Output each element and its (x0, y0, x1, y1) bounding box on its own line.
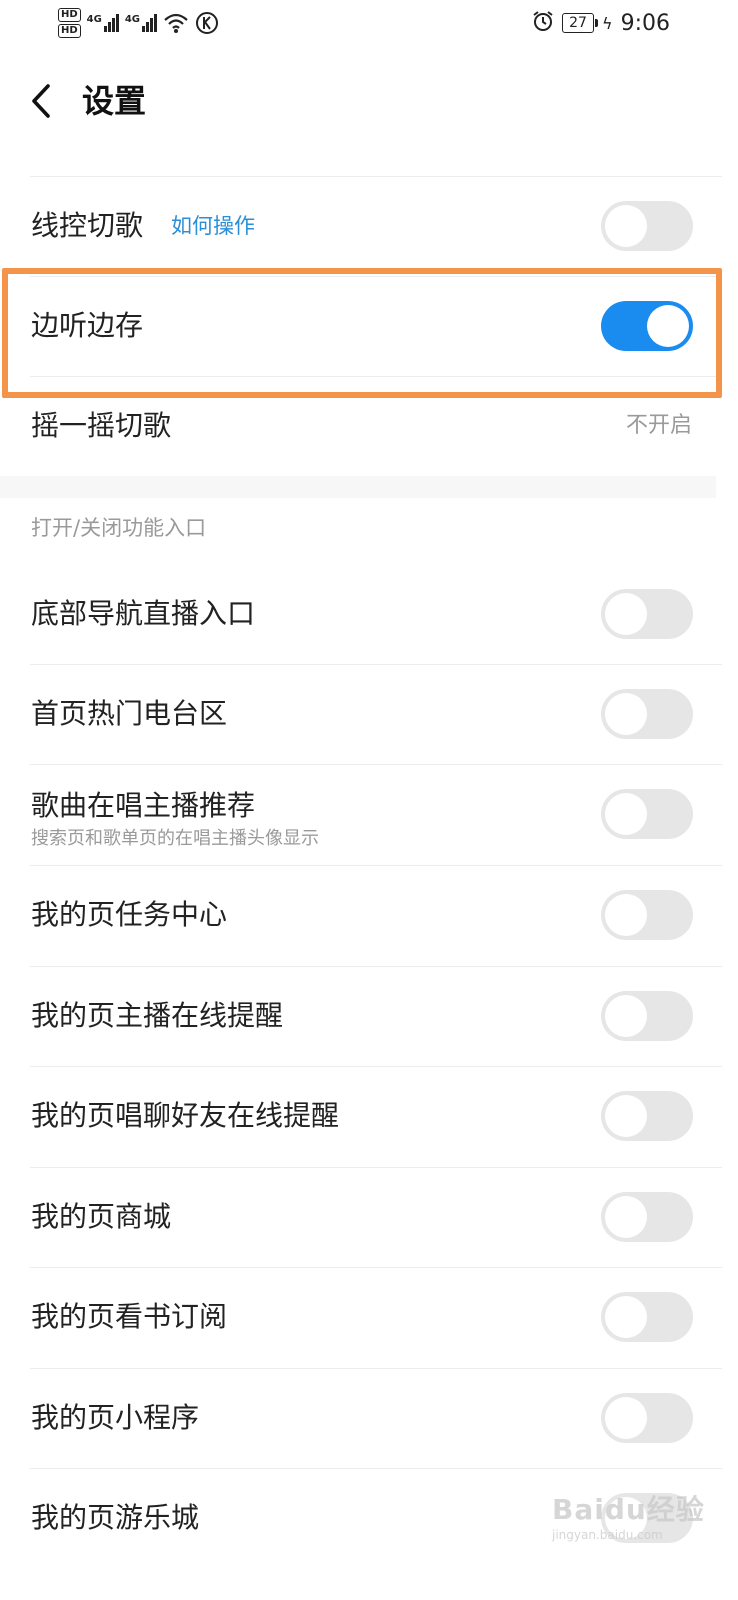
setting-row-live-entry: 底部导航直播入口 (0, 564, 738, 664)
setting-row-mall: 我的页商城 (0, 1167, 738, 1267)
signal-bar (107, 22, 111, 32)
alarm-icon (532, 10, 554, 36)
toggle-knob (605, 593, 647, 635)
row-label: 歌曲在唱主播推荐 (31, 789, 256, 822)
setting-row-shake[interactable]: 摇一摇切歌 不开启 (0, 376, 738, 476)
row-divider (30, 764, 722, 765)
signal-bar (111, 18, 115, 32)
signal-2-label: 4G (124, 14, 141, 25)
status-left: HD HD 4G 4G (58, 8, 219, 38)
toggle-knob (605, 205, 647, 247)
toggle-knob (605, 793, 647, 835)
toggle-knob (605, 1296, 647, 1338)
charging-icon: ϟ (602, 13, 613, 33)
row-label: 首页热门电台区 (31, 697, 228, 730)
toggle-knob (605, 1397, 647, 1439)
row-label: 底部导航直播入口 (31, 597, 256, 630)
watermark-url: jingyan.baidu.com (552, 1528, 663, 1542)
toggle-knob (605, 1196, 647, 1238)
book-subscribe-toggle[interactable] (601, 1292, 693, 1342)
row-sublabel: 搜索页和歌单页的在唱主播头像显示 (31, 828, 319, 849)
section-header: 打开/关闭功能入口 (31, 516, 207, 540)
singer-recommend-toggle[interactable] (601, 789, 693, 839)
signal-bar (146, 22, 150, 32)
how-to-link[interactable]: 如何操作 (171, 176, 255, 276)
toggle-knob (605, 693, 647, 735)
task-center-toggle[interactable] (601, 890, 693, 940)
signal-bar (115, 14, 119, 32)
hd-badge-1: HD (58, 8, 81, 22)
toggle-knob (605, 1095, 647, 1137)
toggle-knob (605, 894, 647, 936)
k-icon (195, 11, 219, 35)
listen-save-toggle[interactable] (601, 301, 693, 351)
chevron-left-icon (32, 84, 50, 118)
setting-row-singer-recommend: 歌曲在唱主播推荐 搜索页和歌单页的在唱主播头像显示 (0, 764, 738, 864)
signal-bar (154, 14, 158, 32)
wired-control-toggle[interactable] (601, 201, 693, 251)
row-label: 我的页任务中心 (31, 898, 228, 931)
row-label: 我的页小程序 (31, 1401, 200, 1434)
hd-badge-2: HD (58, 24, 81, 38)
setting-row-radio-area: 首页热门电台区 (0, 664, 738, 764)
friend-online-toggle[interactable] (601, 1091, 693, 1141)
wifi-icon (163, 12, 189, 34)
watermark-brand: Baidu经验 (552, 1493, 705, 1526)
signal-bar (150, 18, 154, 32)
row-label: 线控切歌 (31, 209, 144, 242)
signal-bar (142, 26, 146, 32)
hd-icon: HD HD (58, 8, 81, 38)
row-label: 边听边存 (31, 309, 144, 342)
row-label: 我的页看书订阅 (31, 1300, 228, 1333)
battery-icon: 27 (562, 13, 599, 33)
row-label: 我的页商城 (31, 1200, 172, 1233)
row-value: 不开启 (625, 413, 692, 438)
signal-icon: 4G (124, 14, 158, 32)
host-online-toggle[interactable] (601, 991, 693, 1041)
setting-row-listen-save: 边听边存 (0, 276, 738, 376)
mall-toggle[interactable] (601, 1192, 693, 1242)
row-label: 我的页游乐城 (31, 1501, 200, 1534)
setting-row-host-online: 我的页主播在线提醒 (0, 966, 738, 1066)
setting-row-friend-online: 我的页唱聊好友在线提醒 (0, 1066, 738, 1166)
setting-row-wired-control: 线控切歌 如何操作 (0, 176, 738, 276)
row-label: 我的页主播在线提醒 (31, 999, 284, 1032)
row-label: 摇一摇切歌 (31, 409, 172, 442)
toggle-knob (647, 305, 689, 347)
back-button[interactable] (22, 78, 62, 124)
signal-bar (103, 26, 107, 32)
section-gap (0, 476, 716, 498)
baidu-watermark: Baidu经验 jingyan.baidu.com (552, 1488, 705, 1542)
status-bar: HD HD 4G 4G 27 ϟ 9:06 (0, 0, 738, 56)
status-right: 27 ϟ 9:06 (532, 10, 670, 36)
signal-icon: 4G (87, 14, 119, 32)
setting-row-task-center: 我的页任务中心 (0, 865, 738, 965)
setting-row-book-subscribe: 我的页看书订阅 (0, 1267, 738, 1367)
signal-1-label: 4G (86, 14, 102, 25)
page-title: 设置 (82, 82, 147, 120)
setting-row-mini-program: 我的页小程序 (0, 1368, 738, 1468)
radio-area-toggle[interactable] (601, 689, 693, 739)
row-label: 我的页唱聊好友在线提醒 (31, 1099, 340, 1132)
toggle-knob (605, 995, 647, 1037)
mini-program-toggle[interactable] (601, 1393, 693, 1443)
header: 设置 (0, 56, 738, 146)
status-time: 9:06 (620, 10, 670, 36)
live-entry-toggle[interactable] (601, 589, 693, 639)
